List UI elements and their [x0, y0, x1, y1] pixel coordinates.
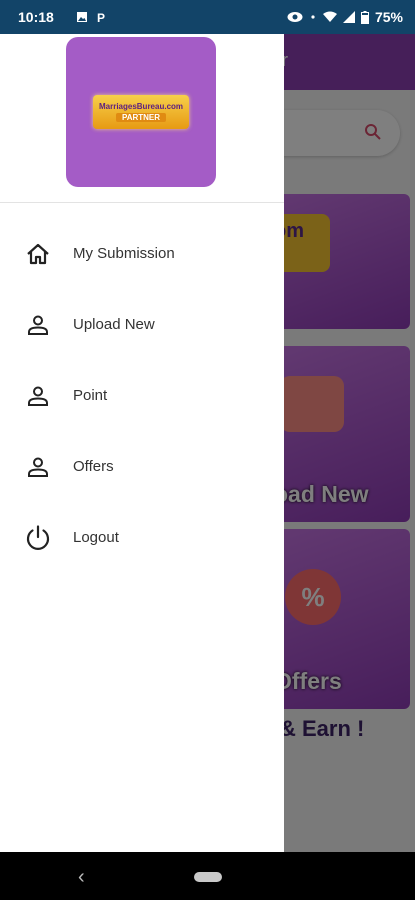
battery-icon — [360, 10, 369, 24]
signal-dot-icon — [311, 15, 315, 19]
menu-item-logout[interactable]: Logout — [0, 502, 284, 573]
menu-item-label: My Submission — [73, 245, 175, 262]
person-icon — [24, 311, 52, 339]
drawer-menu: My Submission Upload New Point Offers Lo… — [0, 218, 284, 573]
eye-icon — [287, 12, 303, 22]
power-icon — [24, 524, 52, 552]
brand-logo-tile: MarriagesBureau.com PARTNER — [66, 37, 216, 187]
menu-item-label: Offers — [73, 458, 114, 475]
system-nav-bar: ‹ — [0, 852, 415, 900]
menu-item-upload-new[interactable]: Upload New — [0, 289, 284, 360]
navigation-drawer: MarriagesBureau.com PARTNER My Submissio… — [0, 34, 284, 852]
person-icon — [24, 453, 52, 481]
menu-item-label: Logout — [73, 529, 119, 546]
brand-logo-line1: MarriagesBureau.com — [98, 102, 184, 111]
status-right: 75% — [287, 9, 403, 25]
home-icon — [24, 240, 52, 268]
svg-text:P: P — [97, 11, 105, 23]
menu-item-offers[interactable]: Offers — [0, 431, 284, 502]
status-left: 10:18 P — [18, 9, 108, 25]
status-bar: 10:18 P 75% — [0, 0, 415, 34]
status-time: 10:18 — [18, 9, 54, 25]
brand-logo: MarriagesBureau.com PARTNER — [93, 95, 189, 129]
menu-item-label: Point — [73, 387, 108, 404]
menu-item-point[interactable]: Point — [0, 360, 284, 431]
home-gesture-pill[interactable] — [194, 872, 222, 882]
menu-item-my-submission[interactable]: My Submission — [0, 218, 284, 289]
drawer-header: MarriagesBureau.com PARTNER — [0, 34, 284, 203]
cell-signal-icon — [342, 11, 355, 23]
brand-logo-line2: PARTNER — [115, 113, 167, 122]
back-icon[interactable]: ‹ — [78, 866, 85, 889]
wifi-icon — [322, 11, 337, 22]
battery-percent: 75% — [374, 9, 403, 25]
parking-notification-icon: P — [97, 11, 105, 23]
image-notification-icon — [76, 12, 87, 22]
menu-item-label: Upload New — [73, 316, 155, 333]
person-icon — [24, 382, 52, 410]
